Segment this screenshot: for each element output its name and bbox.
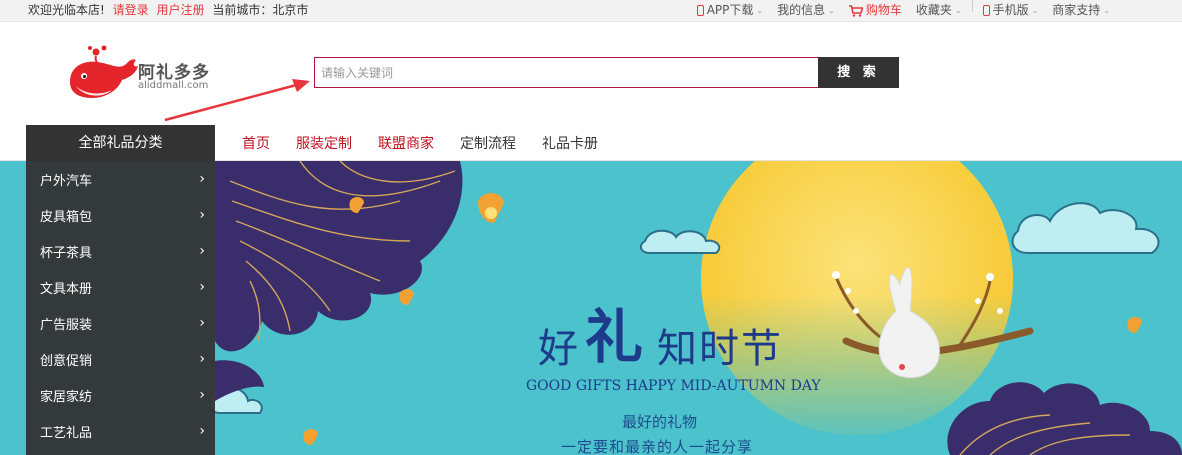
sidebar-item-label: 广告服装 xyxy=(40,317,93,333)
chevron-down-icon: ⌄ xyxy=(756,6,764,15)
divider xyxy=(971,0,973,12)
chevron-right-icon: › xyxy=(199,423,205,439)
sidebar-item-leather-bags[interactable]: 皮具箱包 › xyxy=(26,197,215,233)
mobile-menu[interactable]: 手机版 ⌄ xyxy=(982,0,1039,21)
top-bar-left: 欢迎光临本店! 请登录 用户注册 当前城市：北京市 xyxy=(28,0,312,21)
sidebar-item-crafts[interactable]: 工艺礼品 › xyxy=(26,413,215,449)
welcome-text: 欢迎光临本店! xyxy=(28,3,105,17)
sidebar-item-ad-clothing[interactable]: 广告服装 › xyxy=(26,305,215,341)
sidebar-item-label: 创意促销 xyxy=(40,353,93,369)
favorites-label: 收藏夹 xyxy=(915,3,952,17)
chevron-down-icon: ⌄ xyxy=(954,6,962,15)
chevron-down-icon: ⌄ xyxy=(1103,6,1110,15)
nav-link-clothing-custom[interactable]: 服装定制 xyxy=(296,133,352,153)
cart-icon xyxy=(848,4,863,17)
banner-line-1: 最好的礼物 xyxy=(622,413,698,431)
chevron-right-icon: › xyxy=(199,243,205,259)
sidebar-item-label: 户外汽车 xyxy=(40,173,93,189)
lantern-icon xyxy=(478,192,504,223)
sidebar-item-stationery[interactable]: 文具本册 › xyxy=(26,269,215,305)
sidebar-item-cups-tea[interactable]: 杯子茶具 › xyxy=(26,233,215,269)
city-value[interactable]: 北京市 xyxy=(272,3,308,17)
sidebar-item-home-textiles[interactable]: 家居家纺 › xyxy=(26,377,215,413)
category-sidebar: 户外汽车 › 皮具箱包 › 杯子茶具 › 文具本册 › 广告服装 › 创意促销 › 家居家纺… xyxy=(26,161,215,455)
app-download-menu[interactable]: APP下载 ⌄ xyxy=(696,0,764,21)
chevron-right-icon: › xyxy=(199,279,205,295)
phone-icon xyxy=(982,5,990,16)
sidebar-item-label: 家居家纺 xyxy=(40,389,93,405)
top-bar-right: APP下载 ⌄ 我的信息 ⌄ 购物车 收藏夹 ⌄ 手机版 ⌄ 商家支持 ⌄ xyxy=(683,0,1110,21)
favorites-menu[interactable]: 收藏夹 ⌄ xyxy=(916,0,962,21)
chevron-right-icon: › xyxy=(199,351,205,367)
app-download-label: APP下载 xyxy=(706,3,754,17)
sidebar-item-label: 工艺礼品 xyxy=(40,425,93,441)
sidebar-item-label: 杯子茶具 xyxy=(40,245,93,261)
chevron-down-icon: ⌄ xyxy=(828,6,835,15)
chevron-down-icon: ⌄ xyxy=(1031,6,1039,15)
search-button[interactable]: 搜 索 xyxy=(818,57,899,88)
my-info-menu[interactable]: 我的信息 ⌄ xyxy=(777,0,835,21)
logo-domain: aliddmall.com xyxy=(138,80,209,91)
banner-title-part: 知时节 xyxy=(657,326,783,372)
banner-line-2: 一定要和最亲的人一起分享 xyxy=(561,438,754,455)
banner-title-highlight: 礼 xyxy=(585,303,644,371)
nav-links: 首页 服装定制 联盟商家 定制流程 礼品卡册 xyxy=(229,125,611,161)
merchant-support-label: 商家支持 xyxy=(1052,3,1101,17)
all-categories-header[interactable]: 全部礼品分类 xyxy=(26,125,215,161)
my-info-label: 我的信息 xyxy=(777,3,826,17)
nav-link-custom-process[interactable]: 定制流程 xyxy=(460,133,516,153)
city-label: 当前城市： xyxy=(212,3,273,17)
nav-link-partner-merchants[interactable]: 联盟商家 xyxy=(378,133,434,153)
cart-label: 购物车 xyxy=(865,3,902,17)
banner-title-part: 好 xyxy=(538,326,578,372)
nav-link-gift-cards[interactable]: 礼品卡册 xyxy=(542,133,598,153)
merchant-support-menu[interactable]: 商家支持 ⌄ xyxy=(1052,0,1110,21)
chevron-right-icon: › xyxy=(199,171,205,187)
register-link[interactable]: 用户注册 xyxy=(156,3,204,17)
sidebar-item-label: 文具本册 xyxy=(40,281,93,297)
search-box xyxy=(314,57,819,88)
nav-link-home[interactable]: 首页 xyxy=(242,133,270,153)
sidebar-item-label: 皮具箱包 xyxy=(40,209,93,225)
phone-icon xyxy=(696,5,704,16)
chevron-right-icon: › xyxy=(199,387,205,403)
chevron-right-icon: › xyxy=(199,315,205,331)
cart-link[interactable]: 购物车 xyxy=(848,0,902,21)
login-link[interactable]: 请登录 xyxy=(113,3,149,17)
sidebar-item-outdoor-auto[interactable]: 户外汽车 › xyxy=(26,161,215,197)
search-input[interactable] xyxy=(315,58,818,87)
main-nav: 全部礼品分类 首页 服装定制 联盟商家 定制流程 礼品卡册 xyxy=(0,125,1182,161)
top-bar: 欢迎光临本店! 请登录 用户注册 当前城市：北京市 APP下载 ⌄ 我的信息 ⌄… xyxy=(0,0,1182,22)
banner-subtitle-english: GOOD GIFTS HAPPY MID-AUTUMN DAY xyxy=(526,378,821,394)
mobile-label: 手机版 xyxy=(992,3,1029,17)
sidebar-item-creative-promo[interactable]: 创意促销 › xyxy=(26,341,215,377)
chevron-right-icon: › xyxy=(199,207,205,223)
